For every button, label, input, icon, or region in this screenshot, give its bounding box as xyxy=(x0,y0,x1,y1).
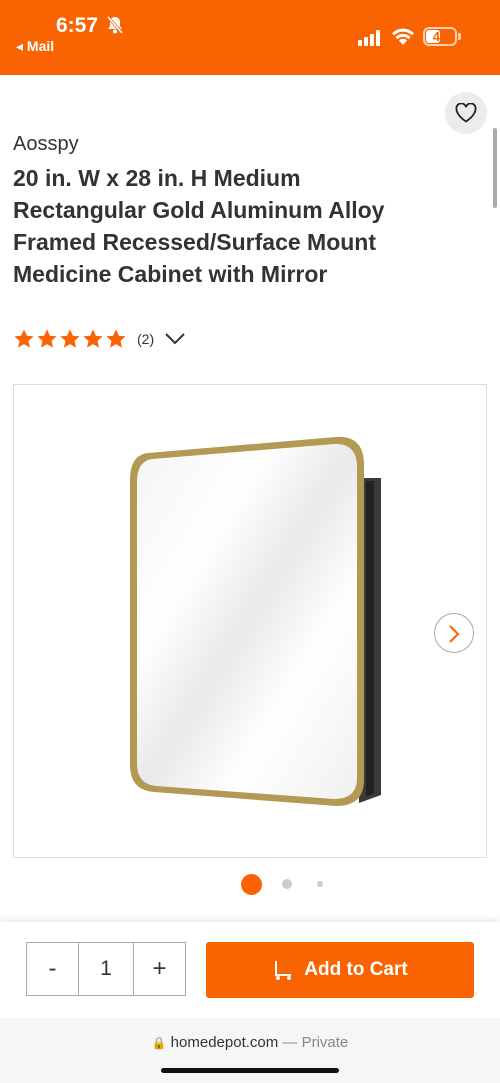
url-domain: homedepot.com xyxy=(170,1034,279,1051)
quantity-stepper: - 1 + xyxy=(26,942,186,996)
gallery-dot-active[interactable] xyxy=(241,874,262,895)
battery-icon: 45 xyxy=(423,27,457,46)
silent-bell-icon xyxy=(106,16,124,39)
increase-quantity-button[interactable]: + xyxy=(133,943,185,995)
private-mode-label: — Private xyxy=(282,1034,349,1051)
decrease-quantity-button[interactable]: - xyxy=(27,943,79,995)
product-image-gallery[interactable] xyxy=(13,384,487,858)
star-icon xyxy=(14,329,34,348)
chevron-right-icon xyxy=(449,625,460,643)
lock-icon: 🔒 xyxy=(151,1036,167,1050)
star-rating xyxy=(13,328,127,350)
gallery-dot[interactable] xyxy=(317,881,323,887)
star-icon xyxy=(106,329,126,348)
back-to-mail-link[interactable]: ◂ Mail xyxy=(16,38,54,55)
page-scrollbar[interactable] xyxy=(493,128,497,208)
next-image-button[interactable] xyxy=(434,613,474,653)
star-icon xyxy=(60,329,80,348)
cart-dolly-icon xyxy=(275,961,292,980)
battery-level: 45 xyxy=(432,29,448,44)
wifi-icon xyxy=(391,26,415,46)
gallery-dot[interactable] xyxy=(282,879,292,889)
favorite-button[interactable] xyxy=(445,92,487,134)
review-count: (2) xyxy=(137,331,155,347)
chevron-down-icon[interactable] xyxy=(164,332,186,346)
product-image xyxy=(130,436,381,806)
brand-name[interactable]: Aosspy xyxy=(13,133,79,156)
status-bar: 6:57 ◂ Mail 45 xyxy=(0,0,500,75)
cellular-signal-icon xyxy=(358,30,384,46)
product-title: 20 in. W x 28 in. H Medium Rectangular G… xyxy=(13,165,385,287)
add-to-cart-label: Add to Cart xyxy=(304,959,408,980)
quantity-input[interactable]: 1 xyxy=(79,943,133,995)
add-to-cart-button[interactable]: Add to Cart xyxy=(206,942,474,998)
browser-address-bar[interactable]: 🔒 homedepot.com — Private xyxy=(0,1018,500,1083)
rating-summary[interactable]: (2) xyxy=(13,328,186,350)
star-icon xyxy=(83,329,103,348)
clock: 6:57 xyxy=(56,14,99,37)
purchase-bar: - 1 + Add to Cart xyxy=(0,922,500,1018)
home-indicator[interactable] xyxy=(161,1068,339,1073)
heart-icon xyxy=(455,103,477,123)
star-icon xyxy=(37,329,57,348)
